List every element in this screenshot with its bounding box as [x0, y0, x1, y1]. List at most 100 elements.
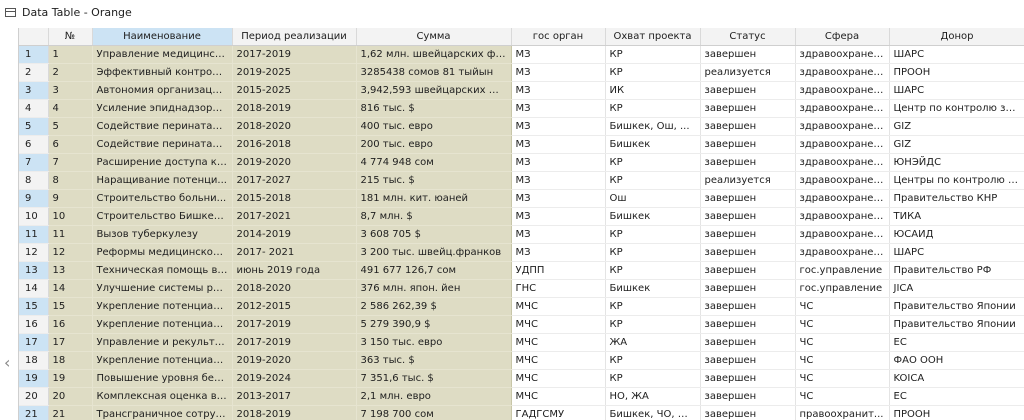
table-row[interactable]: 14 14 Улучшение системы ра... 2018-2020 376 … [19, 279, 1024, 298]
cell-status[interactable]: реализуется [700, 171, 796, 190]
cell-coverage[interactable]: КР [605, 99, 701, 118]
column-header[interactable]: Статус [700, 28, 796, 46]
column-header[interactable]: Донор [889, 28, 1024, 46]
cell-period[interactable]: 2015-2025 [232, 81, 357, 100]
row-index-cell[interactable]: 5 [19, 117, 49, 136]
cell-agency[interactable]: МЗ [511, 117, 606, 136]
cell-number[interactable]: 9 [48, 189, 93, 208]
cell-name[interactable]: Содействие перинатал... [92, 135, 233, 154]
cell-donor[interactable]: Правительство Японии [889, 297, 1024, 316]
row-index-cell[interactable]: 18 [19, 351, 49, 370]
cell-status[interactable]: завершен [700, 99, 796, 118]
cell-sphere[interactable]: здравоохранен... [795, 225, 890, 244]
cell-name[interactable]: Улучшение системы ра... [92, 279, 233, 298]
cell-amount[interactable]: 3,942,593 швейцарских фр... [356, 81, 512, 100]
row-index-cell[interactable]: 9 [19, 189, 49, 208]
cell-name[interactable]: Повышение уровня без... [92, 369, 233, 388]
cell-name[interactable]: Укрепление потенциал... [92, 351, 233, 370]
cell-number[interactable]: 19 [48, 369, 93, 388]
column-header[interactable]: гос орган [511, 28, 606, 46]
cell-number[interactable]: 11 [48, 225, 93, 244]
cell-agency[interactable]: УДПП [511, 261, 606, 280]
cell-agency[interactable]: МЗ [511, 81, 606, 100]
cell-sphere[interactable]: здравоохранен... [795, 81, 890, 100]
cell-status[interactable]: завершен [700, 225, 796, 244]
cell-name[interactable]: Содействие перинатал... [92, 117, 233, 136]
cell-coverage[interactable]: НО, ЖА [605, 387, 701, 406]
row-index-cell[interactable]: 4 [19, 99, 49, 118]
cell-name[interactable]: Управление и рекульти... [92, 333, 233, 352]
cell-sphere[interactable]: здравоохранен... [795, 63, 890, 82]
cell-coverage[interactable]: КР [605, 225, 701, 244]
cell-period[interactable]: 2017-2019 [232, 333, 357, 352]
row-index-cell[interactable]: 20 [19, 387, 49, 406]
table-row[interactable]: 8 8 Наращивание потенци... 2017-2027 215 тыс… [19, 171, 1024, 190]
cell-sphere[interactable]: ЧС [795, 351, 890, 370]
cell-coverage[interactable]: КР [605, 261, 701, 280]
cell-status[interactable]: завершен [700, 81, 796, 100]
column-header[interactable]: Сумма [356, 28, 512, 46]
cell-amount[interactable]: 215 тыс. $ [356, 171, 512, 190]
cell-number[interactable]: 13 [48, 261, 93, 280]
cell-sphere[interactable]: здравоохранен... [795, 153, 890, 172]
cell-amount[interactable]: 7 351,6 тыс. $ [356, 369, 512, 388]
cell-period[interactable]: 2018-2019 [232, 405, 357, 420]
cell-coverage[interactable]: КР [605, 63, 701, 82]
column-header[interactable]: Сфера [795, 28, 890, 46]
cell-number[interactable]: 17 [48, 333, 93, 352]
cell-name[interactable]: Техническая помощь в ... [92, 261, 233, 280]
cell-sphere[interactable]: здравоохранен... [795, 45, 890, 64]
cell-agency[interactable]: МЗ [511, 207, 606, 226]
cell-amount[interactable]: 376 млн. япон. йен [356, 279, 512, 298]
cell-coverage[interactable]: Бишкек [605, 207, 701, 226]
cell-amount[interactable]: 363 тыс. $ [356, 351, 512, 370]
cell-number[interactable]: 21 [48, 405, 93, 420]
cell-amount[interactable]: 3 200 тыс. швейц.франков [356, 243, 512, 262]
cell-status[interactable]: завершен [700, 387, 796, 406]
row-index-cell[interactable]: 11 [19, 225, 49, 244]
cell-agency[interactable]: МЗ [511, 63, 606, 82]
cell-donor[interactable]: ШАРС [889, 45, 1024, 64]
chevron-left-icon[interactable]: ‹ [4, 355, 16, 371]
cell-sphere[interactable]: здравоохранен... [795, 117, 890, 136]
cell-coverage[interactable]: Бишкек [605, 279, 701, 298]
cell-status[interactable]: завершен [700, 405, 796, 420]
cell-name[interactable]: Эффективный контрол... [92, 63, 233, 82]
cell-donor[interactable]: Правительство Японии [889, 315, 1024, 334]
cell-agency[interactable]: МЗ [511, 171, 606, 190]
cell-amount[interactable]: 3285438 сомов 81 тыйын [356, 63, 512, 82]
row-index-cell[interactable]: 13 [19, 261, 49, 280]
cell-donor[interactable]: JICA [889, 279, 1024, 298]
cell-number[interactable]: 2 [48, 63, 93, 82]
table-row[interactable]: 3 3 Автономия организаци... 2015-2025 3,942,… [19, 81, 1024, 100]
cell-status[interactable]: завершен [700, 261, 796, 280]
cell-status[interactable]: реализуется [700, 63, 796, 82]
cell-amount[interactable]: 491 677 126,7 сом [356, 261, 512, 280]
cell-status[interactable]: завершен [700, 297, 796, 316]
cell-sphere[interactable]: здравоохранен... [795, 99, 890, 118]
cell-donor[interactable]: ЮСАИД [889, 225, 1024, 244]
cell-period[interactable]: 2015-2018 [232, 189, 357, 208]
cell-agency[interactable]: ГАДГСМУ [511, 405, 606, 420]
row-index-cell[interactable]: 7 [19, 153, 49, 172]
cell-coverage[interactable]: КР [605, 171, 701, 190]
cell-period[interactable]: 2012-2015 [232, 297, 357, 316]
cell-agency[interactable]: МЗ [511, 135, 606, 154]
cell-name[interactable]: Реформы медицинског... [92, 243, 233, 262]
cell-agency[interactable]: МЧС [511, 369, 606, 388]
cell-number[interactable]: 14 [48, 279, 93, 298]
cell-sphere[interactable]: здравоохранен... [795, 189, 890, 208]
cell-sphere[interactable]: ЧС [795, 297, 890, 316]
cell-number[interactable]: 20 [48, 387, 93, 406]
cell-name[interactable]: Усиление эпиднадзора ... [92, 99, 233, 118]
cell-agency[interactable]: МЗ [511, 225, 606, 244]
cell-coverage[interactable]: Ош [605, 189, 701, 208]
cell-sphere[interactable]: здравоохранен... [795, 135, 890, 154]
cell-amount[interactable]: 1,62 млн. швейцарских фр... [356, 45, 512, 64]
row-index-cell[interactable]: 19 [19, 369, 49, 388]
cell-number[interactable]: 5 [48, 117, 93, 136]
cell-donor[interactable]: ФАО ООН [889, 351, 1024, 370]
cell-agency[interactable]: МЗ [511, 243, 606, 262]
cell-donor[interactable]: GIZ [889, 135, 1024, 154]
cell-number[interactable]: 8 [48, 171, 93, 190]
